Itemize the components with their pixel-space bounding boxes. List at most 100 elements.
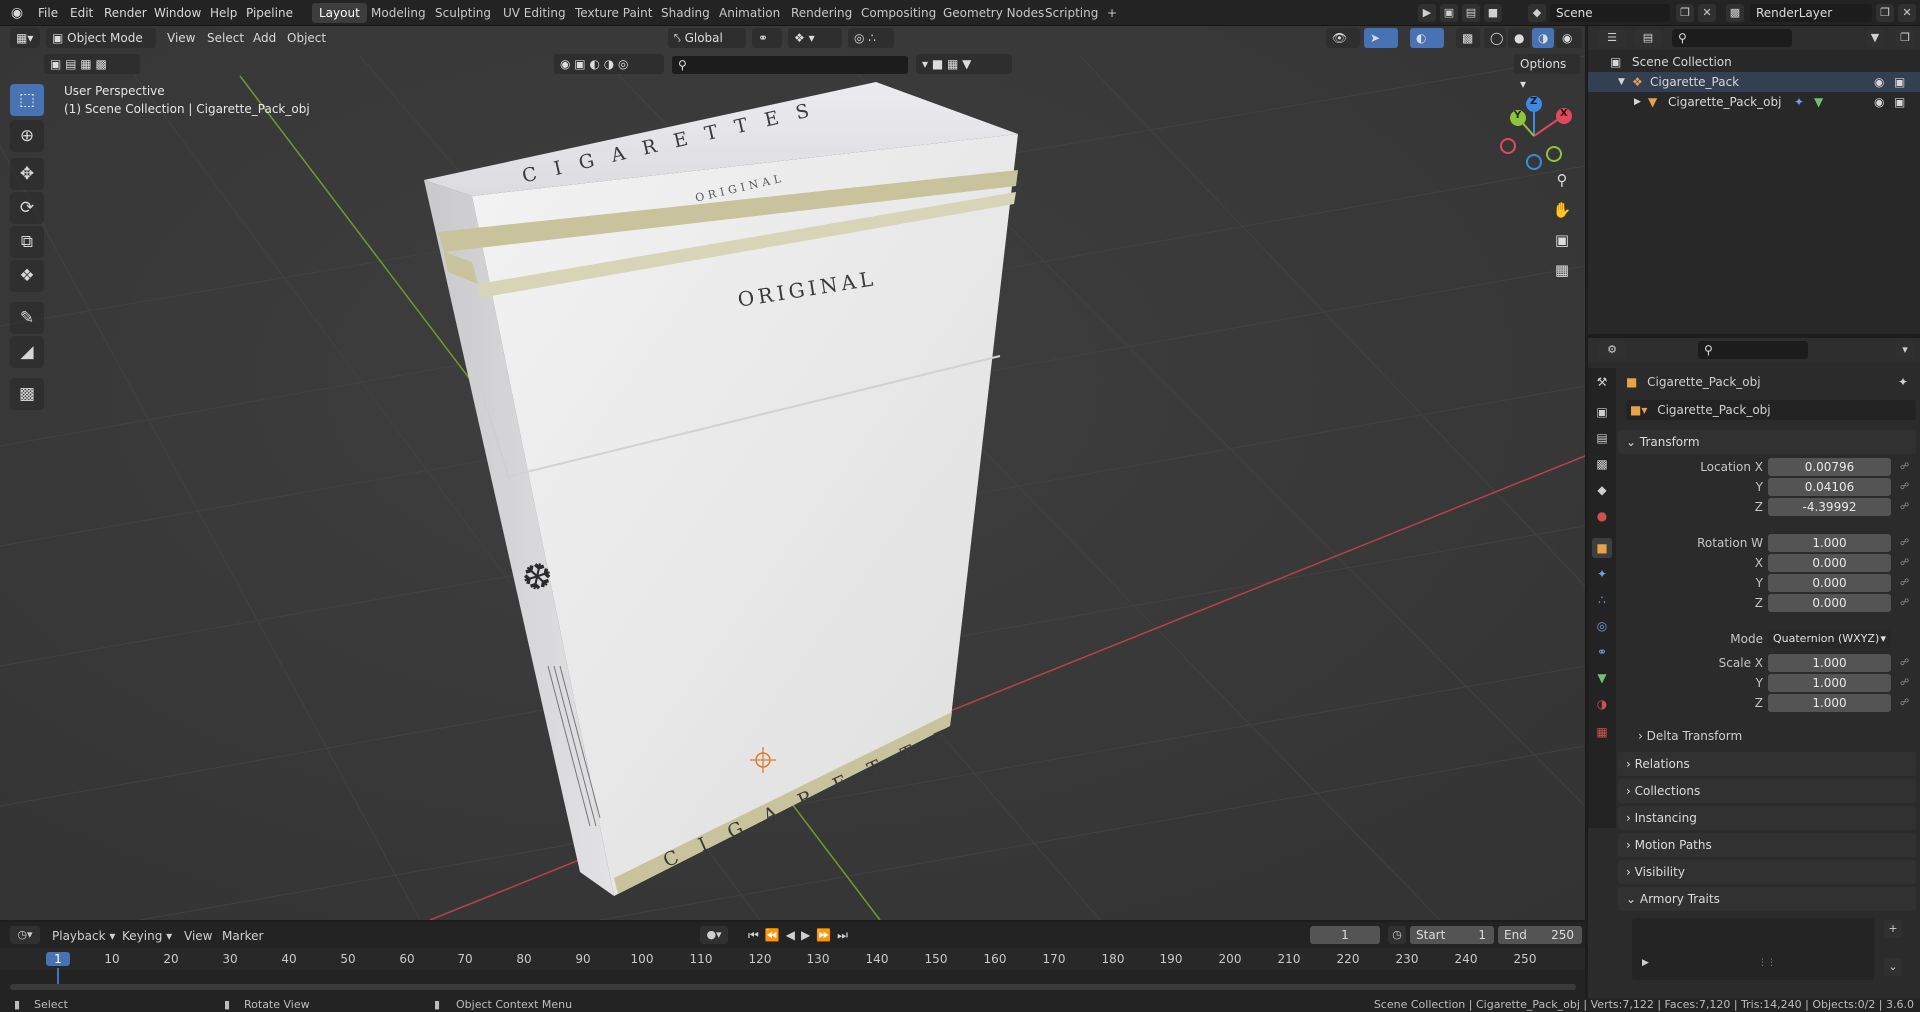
move-icon[interactable]: ✥ — [10, 158, 44, 190]
scale-y-field[interactable]: 1.000 — [1768, 674, 1891, 692]
rotate-icon[interactable]: ⟳ — [10, 192, 44, 224]
object-tab-icon[interactable]: ■ — [1592, 538, 1612, 558]
delete-view-layer-icon[interactable]: ✕ — [1898, 4, 1916, 22]
pin-icon[interactable]: ✦ — [1898, 372, 1908, 392]
eye-icon[interactable]: ◉ — [1874, 72, 1884, 92]
instancing-section-header[interactable]: › Instancing — [1618, 806, 1916, 830]
outliner-row-scene-collection[interactable]: ▣ Scene Collection — [1588, 52, 1920, 72]
chevron-down-icon[interactable]: ▾ — [1896, 341, 1914, 359]
collections-section-header[interactable]: › Collections — [1618, 779, 1916, 803]
select-box-icon[interactable]: ⬚ — [10, 84, 44, 116]
render-tab-icon[interactable]: ▣ — [1592, 402, 1612, 422]
outliner-editor-type-icon[interactable]: ☰ — [1598, 29, 1626, 47]
lock-icon[interactable]: ☍ — [1900, 654, 1914, 672]
viewport-menu-add[interactable]: Add — [248, 29, 281, 47]
overlay-toggle-icon[interactable]: ◐ — [1410, 28, 1444, 48]
world-tab-icon[interactable]: ● — [1592, 506, 1612, 526]
physics-tab-icon[interactable]: ◎ — [1592, 616, 1612, 636]
cursor-icon[interactable]: ⊕ — [10, 120, 44, 152]
tab-texture-paint[interactable]: Texture Paint — [568, 3, 659, 23]
menu-file[interactable]: File — [34, 0, 62, 26]
lock-icon[interactable]: ☍ — [1900, 534, 1914, 552]
new-view-layer-icon[interactable]: ❐ — [1876, 4, 1894, 22]
scale-icon[interactable]: ⧉ — [10, 226, 44, 258]
display-mode-icon[interactable]: ▤ — [1634, 29, 1662, 47]
delta-transform-subsection[interactable]: › Delta Transform — [1638, 726, 1908, 746]
3d-viewport[interactable]: ❆ C I G A R E T T E S ORIGINAL ORIGINAL … — [0, 26, 1585, 920]
viewport-filter-icons[interactable]: ◉ ▣ ◐ ◑ ◎ — [554, 54, 664, 74]
tab-animation[interactable]: Animation — [712, 3, 787, 23]
transform-orientation-selector[interactable]: ⤣ Global — [668, 28, 746, 48]
tab-layout[interactable]: Layout — [312, 3, 367, 23]
outliner-row-cigarette-pack-obj[interactable]: ▶ ▼ Cigarette_Pack_obj ✦ ▼ ◉ ▣ — [1588, 92, 1920, 112]
camera-render-icon[interactable]: ▣ — [1894, 72, 1905, 92]
new-scene-icon[interactable]: ❐ — [1676, 4, 1694, 22]
play-render-icon[interactable]: ▶ — [1418, 4, 1436, 22]
rotation-w-field[interactable]: 1.000 — [1768, 534, 1891, 552]
viewport-menu-view[interactable]: View — [162, 29, 200, 47]
tab-rendering[interactable]: Rendering — [784, 3, 859, 23]
annotate-icon[interactable]: ✎ — [10, 302, 44, 334]
tab-compositing[interactable]: Compositing — [854, 3, 943, 23]
wrench-icon[interactable]: ✦ — [1592, 564, 1612, 584]
wrench-icon[interactable]: ✦ — [1794, 92, 1804, 112]
camera-render-icon[interactable]: ▣ — [1894, 92, 1905, 112]
rotation-z-field[interactable]: 0.000 — [1768, 594, 1891, 612]
mesh-data-tab-icon[interactable]: ▼ — [1592, 668, 1612, 688]
menu-help[interactable]: Help — [206, 0, 241, 26]
snap-icon[interactable]: ❖ ▾ — [788, 28, 842, 48]
folder-icon[interactable]: ■ — [1484, 4, 1502, 22]
mesh-data-icon[interactable]: ▼ — [1814, 92, 1823, 112]
properties-search-input[interactable]: ⚲ — [1698, 341, 1808, 359]
lock-icon[interactable]: ☍ — [1900, 694, 1914, 712]
scene-icon[interactable]: ◆ — [1528, 4, 1546, 22]
render-image-icon[interactable]: ▣ — [1440, 4, 1458, 22]
view-layer-icon[interactable]: ▩ — [1726, 4, 1744, 22]
tab-modeling[interactable]: Modeling — [364, 3, 433, 23]
blender-logo-icon[interactable]: ◉ — [6, 0, 28, 26]
resize-handle-icon[interactable]: ⋮⋮ — [1758, 958, 1776, 968]
view-layer-tab-icon[interactable]: ▩ — [1592, 454, 1612, 474]
hand-pan-icon[interactable]: ✋ — [1548, 196, 1576, 224]
rotation-x-field[interactable]: 0.000 — [1768, 554, 1891, 572]
menu-window[interactable]: Window — [150, 0, 205, 26]
new-collection-icon[interactable]: ❐ — [1896, 29, 1914, 47]
outliner-search-input[interactable]: ⚲ — [1672, 29, 1792, 47]
add-trait-button[interactable]: + — [1884, 920, 1902, 938]
transform-icon[interactable]: ❖ — [10, 260, 44, 292]
tab-scripting[interactable]: Scripting — [1038, 3, 1105, 23]
lock-icon[interactable]: ☍ — [1900, 554, 1914, 572]
proportional-edit-icon[interactable]: ◎ ∴ — [848, 28, 894, 48]
view-layer-selector[interactable]: RenderLayer — [1750, 4, 1872, 22]
tool-tab-icon[interactable]: ⚒ — [1592, 372, 1612, 392]
scene-selector[interactable]: Scene — [1550, 4, 1670, 22]
filter-icon[interactable]: ▼ — [1866, 29, 1884, 47]
menu-edit[interactable]: Edit — [66, 0, 97, 26]
relations-section-header[interactable]: › Relations — [1618, 752, 1916, 776]
rotation-mode-dropdown[interactable]: Quaternion (WXYZ) ▾ — [1768, 630, 1891, 648]
grid-icon[interactable]: ▦ — [1548, 256, 1576, 284]
measure-icon[interactable]: ◢ — [10, 336, 44, 368]
outliner-row-cigarette-pack[interactable]: ▼ ❖ Cigarette_Pack ◉ ▣ — [1588, 72, 1920, 92]
lock-icon[interactable]: ☍ — [1900, 458, 1914, 476]
add-cube-icon[interactable]: ▩ — [10, 378, 44, 410]
motion-paths-section-header[interactable]: › Motion Paths — [1618, 833, 1916, 857]
texture-tab-icon[interactable]: ▦ — [1592, 722, 1612, 742]
pivot-point-icon[interactable]: ⚭ — [752, 28, 782, 48]
timeline-scrollbar[interactable] — [10, 984, 1576, 990]
render-animation-icon[interactable]: ▤ — [1462, 4, 1480, 22]
transform-section-header[interactable]: ⌄ Transform — [1618, 430, 1916, 454]
tab-uv-editing[interactable]: UV Editing — [496, 3, 573, 23]
lock-icon[interactable]: ☍ — [1900, 574, 1914, 592]
material-shading-icon[interactable]: ◑ — [1532, 28, 1554, 48]
camera-icon[interactable]: ▣ — [1548, 226, 1576, 254]
tab-shading[interactable]: Shading — [654, 3, 717, 23]
zoom-icon[interactable]: ⚲ — [1548, 166, 1576, 194]
mode-selector[interactable]: ▣ Object Mode ▾ — [46, 28, 156, 65]
expand-right-icon[interactable]: ▶ — [1642, 958, 1649, 968]
menu-render[interactable]: Render — [100, 0, 151, 26]
menu-pipeline[interactable]: Pipeline — [242, 0, 297, 26]
editor-type-icon[interactable]: ▦▾ — [10, 28, 40, 48]
tab-geometry-nodes[interactable]: Geometry Nodes — [936, 3, 1051, 23]
scale-z-field[interactable]: 1.000 — [1768, 694, 1891, 712]
